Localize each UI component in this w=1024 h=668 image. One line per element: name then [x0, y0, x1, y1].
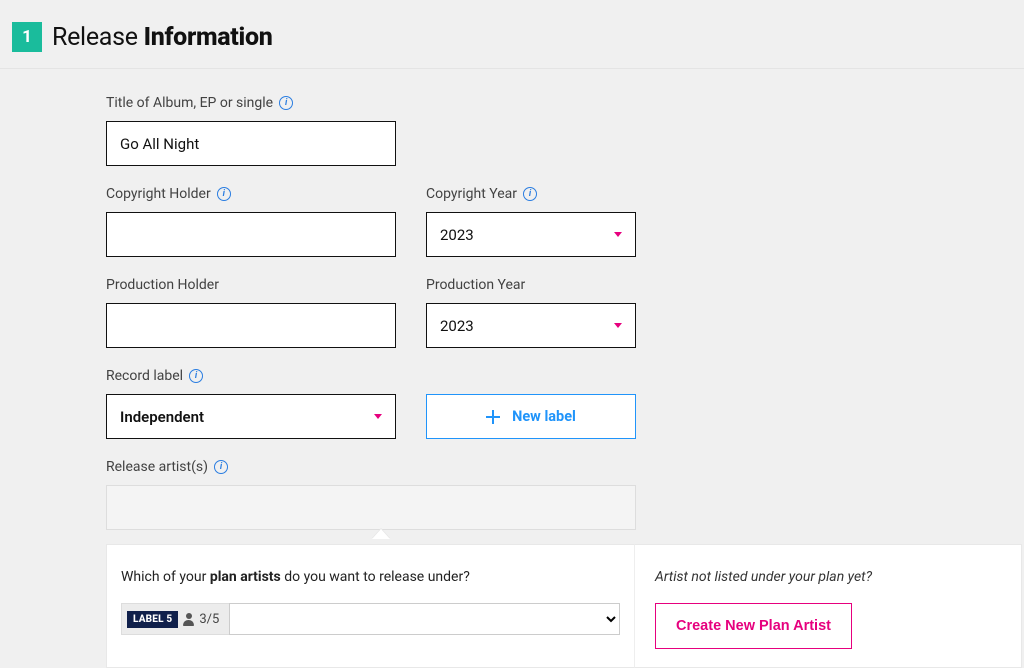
- field-production-year: Production Year 2023: [426, 277, 636, 348]
- label-title-text: Title of Album, EP or single: [106, 95, 273, 111]
- production-year-value: 2023: [440, 317, 474, 335]
- release-artists-input[interactable]: [106, 485, 636, 530]
- label-record-label-text: Record label: [106, 368, 183, 384]
- plan-question-suffix: do you want to release under?: [281, 569, 470, 585]
- copyright-holder-input[interactable]: [106, 212, 396, 257]
- plan-left: Which of your plan artists do you want t…: [106, 544, 634, 668]
- label-copyright-year-text: Copyright Year: [426, 186, 517, 202]
- chevron-down-icon: [614, 323, 622, 328]
- artist-not-listed-text: Artist not listed under your plan yet?: [655, 569, 991, 585]
- create-plan-artist-button[interactable]: Create New Plan Artist: [655, 603, 852, 649]
- plan-chip: LABEL 5: [127, 611, 178, 628]
- section-header: 1 Release Information: [0, 0, 1024, 69]
- new-label-button[interactable]: New label: [426, 394, 636, 439]
- production-holder-input[interactable]: [106, 303, 396, 348]
- info-icon[interactable]: [217, 187, 231, 201]
- plan-artist-panel: Which of your plan artists do you want t…: [106, 544, 1022, 668]
- plan-artist-select[interactable]: [229, 603, 620, 635]
- field-title: Title of Album, EP or single: [106, 95, 396, 166]
- info-icon[interactable]: [189, 369, 203, 383]
- field-new-label: New label: [426, 368, 636, 439]
- plan-chip-wrap: LABEL 5 3/5: [121, 603, 229, 635]
- label-production-holder: Production Holder: [106, 277, 396, 293]
- field-copyright-holder: Copyright Holder: [106, 186, 396, 257]
- copyright-year-value: 2023: [440, 226, 474, 244]
- label-release-artists-text: Release artist(s): [106, 459, 208, 475]
- label-production-holder-text: Production Holder: [106, 277, 219, 293]
- label-copyright-year: Copyright Year: [426, 186, 636, 202]
- plus-icon: [486, 410, 500, 424]
- record-label-select[interactable]: Independent: [106, 394, 396, 439]
- info-icon[interactable]: [279, 96, 293, 110]
- plan-question-prefix: Which of your: [121, 569, 210, 585]
- production-year-select[interactable]: 2023: [426, 303, 636, 348]
- title-light: Release: [52, 23, 144, 52]
- plan-right: Artist not listed under your plan yet? C…: [634, 544, 1022, 668]
- plan-question: Which of your plan artists do you want t…: [121, 569, 620, 585]
- info-icon[interactable]: [214, 460, 228, 474]
- plan-question-bold: plan artists: [210, 569, 281, 585]
- title-bold: Information: [144, 23, 273, 52]
- plan-select-row: LABEL 5 3/5: [121, 603, 620, 635]
- plan-count: 3/5: [199, 612, 219, 627]
- field-copyright-year: Copyright Year 2023: [426, 186, 636, 257]
- label-copyright-holder: Copyright Holder: [106, 186, 396, 202]
- label-production-year: Production Year: [426, 277, 636, 293]
- release-form: Title of Album, EP or single Copyright H…: [0, 69, 1024, 668]
- chevron-down-icon: [614, 232, 622, 237]
- title-input[interactable]: [106, 121, 396, 166]
- label-record-label: Record label: [106, 368, 396, 384]
- new-label-button-text: New label: [512, 408, 576, 425]
- label-copyright-holder-text: Copyright Holder: [106, 186, 211, 202]
- field-record-label: Record label Independent: [106, 368, 396, 439]
- person-icon: [183, 613, 194, 626]
- step-badge: 1: [12, 22, 42, 52]
- info-icon[interactable]: [523, 187, 537, 201]
- field-production-holder: Production Holder: [106, 277, 396, 348]
- label-title: Title of Album, EP or single: [106, 95, 396, 111]
- chevron-down-icon: [374, 414, 382, 419]
- label-production-year-text: Production Year: [426, 277, 525, 293]
- section-title: Release Information: [52, 23, 273, 52]
- copyright-year-select[interactable]: 2023: [426, 212, 636, 257]
- label-release-artists: Release artist(s): [106, 459, 636, 475]
- record-label-value: Independent: [120, 408, 204, 426]
- field-release-artists: Release artist(s): [106, 459, 636, 530]
